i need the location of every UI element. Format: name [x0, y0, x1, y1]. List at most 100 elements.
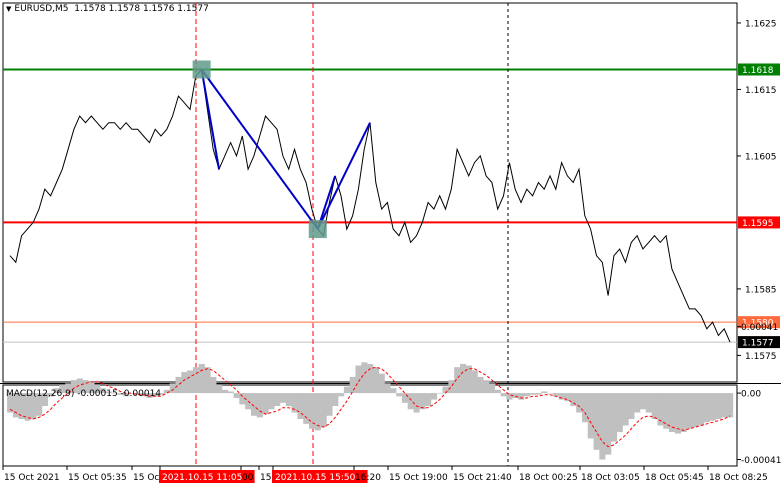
macd-histogram-bar	[407, 393, 414, 410]
price-tick-label: 1.1615	[745, 86, 777, 96]
price-tag-label: 1.1595	[742, 219, 774, 229]
macd-histogram-bar	[535, 393, 542, 395]
macd-histogram-bar	[396, 393, 403, 397]
time-tick-label: 00	[242, 473, 254, 483]
price-axis: 1.16181.15951.15801.15771.16251.16151.16…	[737, 19, 781, 466]
macd-histogram-bar	[262, 393, 269, 415]
macd-histogram-bar	[448, 380, 455, 394]
macd-histogram-bar	[268, 393, 275, 410]
macd-histogram-bar	[715, 393, 722, 420]
macd-histogram-bar	[233, 393, 240, 398]
macd-histogram-bar	[529, 393, 536, 395]
macd-histogram-bar	[628, 393, 635, 420]
price-tag-label: 1.1618	[742, 66, 774, 76]
chart-window: 1.1618 1.1595 1.1580 1.1577 1.1625 1.1615 1.16…	[0, 0, 781, 489]
macd-histogram-bar	[494, 389, 501, 394]
time-tick-label: 15 Oct 2021	[4, 473, 60, 483]
symbol-name: EURUSD,M5	[14, 4, 69, 14]
macd-histogram-bar	[471, 370, 478, 394]
macd-histogram-bar	[587, 393, 594, 439]
macd-histogram-bar	[581, 393, 589, 423]
macd-panel	[7, 362, 734, 460]
macd-histogram-bar	[634, 393, 641, 413]
time-tick-label: 18 Oct 03:05	[581, 473, 640, 483]
macd-histogram-bar	[181, 372, 188, 394]
price-tag-label: 1.1577	[742, 339, 774, 349]
macd-histogram-bar	[430, 393, 438, 400]
macd-histogram-bar	[401, 393, 409, 403]
macd-histogram-bar	[285, 393, 292, 407]
macd-histogram-bar	[651, 393, 658, 420]
macd-histogram-bar	[227, 391, 234, 394]
macd-histogram-bar	[338, 393, 345, 397]
macd-histogram-bar	[378, 373, 385, 394]
dropdown-triangle-icon[interactable]: ▼	[6, 5, 11, 13]
macd-histogram-bar	[622, 393, 629, 426]
macd-histogram-bar	[419, 393, 426, 410]
macd-histogram-bar	[355, 365, 362, 394]
macd-histogram-bar	[506, 393, 513, 400]
macd-histogram-bar	[599, 393, 606, 460]
macd-histogram-bar	[390, 388, 397, 394]
macd-header: MACD(12,26,9) -0.00015 -0.00014	[6, 389, 161, 399]
macd-name: MACD(12,26,9)	[6, 389, 75, 399]
time-tick-label: 16:20	[355, 473, 381, 483]
macd-histogram-bar	[442, 386, 449, 394]
macd-histogram-bar	[721, 393, 728, 418]
macd-histogram-bar	[616, 393, 623, 432]
macd-histogram-bar	[541, 391, 548, 394]
macd-histogram-bar	[192, 367, 200, 394]
macd-histogram-bar	[320, 393, 327, 428]
macd-histogram-bar	[332, 393, 339, 407]
macd-histogram-bar	[303, 393, 310, 424]
price-tick-label: 1.1575	[745, 352, 777, 362]
time-tick-label: 15 Oct 05:35	[68, 473, 127, 483]
pivot-marker	[308, 220, 327, 239]
macd-histogram-bar	[256, 393, 263, 418]
trend-line	[200, 68, 319, 230]
price-line	[9, 68, 731, 343]
price-tick-label: 1.1585	[745, 285, 777, 295]
macd-histogram-bar	[640, 393, 647, 410]
time-tick-label: 18 Oct 00:25	[519, 473, 578, 483]
time-tick-label: 15 Oct 19:00	[389, 473, 448, 483]
macd-histogram-bar	[610, 393, 618, 442]
macd-histogram-bar	[518, 393, 525, 400]
macd-tick-label: 0.00041	[741, 323, 778, 333]
macd-histogram-bar	[692, 393, 699, 428]
macd-histogram-bar	[489, 383, 496, 394]
highlighted-time-label: 2021.10.15 15:50	[275, 473, 356, 483]
macd-histogram-bar	[425, 393, 432, 407]
symbol-header: ▼ EURUSD,M5 1.1578 1.1578 1.1576 1.1577	[6, 4, 209, 14]
macd-histogram-bar	[221, 389, 229, 394]
macd-histogram-bar	[645, 393, 652, 413]
ohlc-values: 1.1578 1.1578 1.1576 1.1577	[74, 4, 209, 14]
macd-histogram-bar	[372, 367, 380, 394]
pivot-marker	[192, 60, 211, 79]
macd-values: -0.00015 -0.00014	[77, 389, 162, 399]
macd-histogram-bar	[686, 393, 693, 429]
price-series	[9, 68, 731, 343]
macd-histogram-bar	[413, 393, 420, 413]
macd-histogram-bar	[204, 367, 211, 394]
macd-histogram-bar	[198, 363, 205, 394]
macd-histogram-bar	[169, 383, 176, 394]
macd-histogram-bar	[576, 393, 583, 413]
price-levels[interactable]	[3, 68, 737, 343]
macd-histogram-bar	[500, 393, 507, 397]
trend-line	[200, 69, 221, 170]
macd-histogram-bar	[564, 393, 571, 402]
macd-tick-label: 0.00	[741, 390, 761, 400]
macd-histogram-bar	[361, 362, 368, 394]
macd-histogram-bar	[558, 393, 565, 400]
macd-histogram-bar	[326, 393, 333, 416]
macd-histogram-bar	[297, 393, 304, 420]
macd-histogram-bar	[314, 393, 321, 431]
macd-histogram-bar	[216, 385, 223, 394]
macd-histogram-bar	[727, 393, 734, 418]
macd-histogram-bar	[477, 376, 484, 394]
time-tick-label: 15 Oct	[133, 473, 163, 483]
macd-histogram-bar	[709, 393, 716, 421]
macd-tick-label: -0.00041	[741, 456, 781, 466]
price-tick-label: 1.1605	[745, 152, 777, 162]
